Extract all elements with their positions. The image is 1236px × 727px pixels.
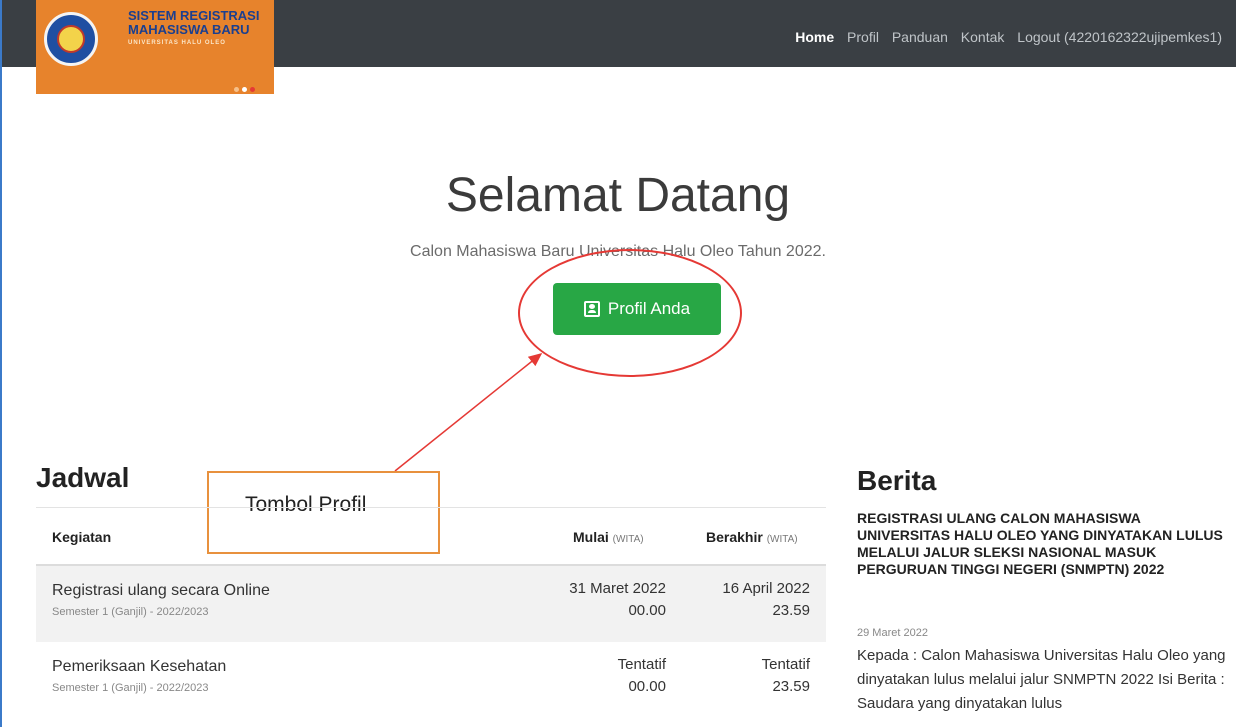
jadwal-title: Jadwal	[36, 462, 130, 493]
row-start: 31 Maret 2022 00.00	[569, 580, 666, 619]
welcome-title: Selamat Datang	[445, 169, 791, 222]
row-end: 16 April 2022 23.59	[722, 580, 810, 619]
logo-line-1: SISTEM REGISTRASI	[128, 8, 260, 23]
row-start: Tentatif 00.00	[617, 656, 666, 695]
schedule-table: Kegiatan Mulai (WITA) Berakhir (WITA) Re…	[36, 507, 826, 718]
news-date: 29 Maret 2022	[857, 627, 928, 639]
row-activity-semester: Semester 1 (Ganjil) - 2022/2023	[52, 606, 209, 618]
logo-line-2: MAHASISWA BARU	[128, 22, 250, 37]
site-logo[interactable]: SISTEM REGISTRASI MAHASISWA BARU UNIVERS…	[36, 0, 274, 94]
logo-dots	[234, 79, 258, 97]
nav-kontak[interactable]: Kontak	[961, 29, 1005, 45]
row-activity-name: Pemeriksaan Kesehatan	[52, 658, 227, 675]
table-header: Kegiatan Mulai (WITA) Berakhir (WITA)	[36, 507, 826, 566]
table-row: Pemeriksaan Kesehatan Semester 1 (Ganjil…	[36, 642, 826, 718]
header-mulai: Mulai (WITA)	[573, 529, 644, 545]
university-seal-icon	[44, 12, 98, 66]
annotation-ellipse	[518, 249, 742, 377]
logo-line-3: UNIVERSITAS HALU OLEO	[128, 40, 226, 46]
window-edge	[0, 0, 2, 727]
table-row: Registrasi ulang secara Online Semester …	[36, 566, 826, 642]
main-nav: Home Profil Panduan Kontak Logout (42201…	[786, 29, 1222, 45]
row-activity-name: Registrasi ulang secara Online	[52, 582, 270, 599]
berita-title: Berita	[857, 465, 937, 496]
header-berakhir: Berakhir (WITA)	[706, 529, 798, 545]
nav-panduan[interactable]: Panduan	[892, 29, 948, 45]
header-kegiatan: Kegiatan	[52, 529, 112, 545]
row-activity-semester: Semester 1 (Ganjil) - 2022/2023	[52, 682, 209, 694]
nav-profil[interactable]: Profil	[847, 29, 879, 45]
nav-logout[interactable]: Logout (4220162322ujipemkes1)	[1017, 29, 1222, 45]
news-headline[interactable]: REGISTRASI ULANG CALON MAHASISWA UNIVERS…	[857, 510, 1227, 578]
news-body: Kepada : Calon Mahasiswa Universitas Hal…	[857, 647, 1226, 712]
nav-home[interactable]: Home	[795, 29, 834, 45]
row-end: Tentatif 23.59	[761, 656, 810, 695]
